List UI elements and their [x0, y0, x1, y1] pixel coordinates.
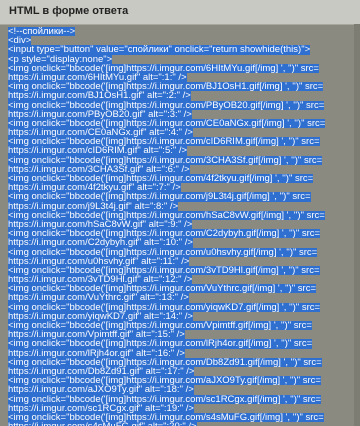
code-line-text: https://i.imgur.com/BJ1OsH1.gif" alt=":2…: [8, 91, 191, 101]
code-line: https://i.imgur.com/Db8Zd91.gif" alt=":1…: [8, 366, 353, 377]
code-line: <!--спойлики-->: [8, 27, 353, 37]
code-line: https://i.imgur.com/sc1RCgx.gif" alt=":1…: [8, 403, 353, 413]
code-line: https://i.imgur.com/VuYthrc.gif" alt=":1…: [8, 293, 353, 303]
code-line-text: https://i.imgur.com/VuYthrc.gif" alt=":1…: [8, 293, 189, 303]
code-line: <img onclick="bbcode('[img]https://i.img…: [8, 339, 353, 349]
code-line-text: <img onclick="bbcode('[img]https://i.img…: [8, 247, 318, 257]
code-line-text: https://i.imgur.com/6HItMYu.gif" alt=":1…: [8, 72, 187, 83]
code-line-text: <img onclick="bbcode('[img]https://i.img…: [8, 412, 324, 423]
code-line: <img onclick="bbcode('[img]https://i.img…: [8, 247, 353, 257]
code-line-text: <img onclick="bbcode('[img]https://i.img…: [8, 284, 316, 294]
code-line: https://i.imgur.com/C2dybyh.gif" alt=":1…: [8, 238, 353, 248]
code-line: https://i.imgur.com/3CHA3Sf.gif" alt=":6…: [8, 164, 353, 174]
code-line-text: https://i.imgur.com/3vTD9Hl.gif" alt=":1…: [8, 275, 193, 285]
code-line-text: <input type="button" value="спойлики" on…: [8, 45, 311, 55]
code-line: <img onclick="bbcode('[img]https://i.img…: [8, 118, 353, 129]
code-line: https://i.imgur.com/s4sMuFG.gif" alt=":2…: [8, 422, 353, 426]
code-line-text: <div>: [8, 36, 32, 46]
code-line-text: <img onclick="bbcode('[img]https://i.img…: [8, 229, 321, 239]
code-line-text: https://i.imgur.com/C2dybyh.gif" alt=":1…: [8, 238, 193, 248]
code-line-text: <img onclick="bbcode('[img]https://i.img…: [8, 155, 323, 165]
code-line-text: https://i.imgur.com/Vpimtff.gif" alt=":1…: [8, 330, 185, 340]
code-line: <img onclick="bbcode('[img]https://i.img…: [8, 229, 353, 239]
code-line: <img onclick="bbcode('[img]https://i.img…: [8, 210, 353, 220]
code-line-text: https://i.imgur.com/cID6RIM.gif" alt=":5…: [8, 146, 188, 156]
code-line: <img onclick="bbcode('[img]https://i.img…: [8, 155, 353, 165]
code-line: <img onclick="bbcode('[img]https://i.img…: [8, 357, 353, 367]
code-line: <div>: [8, 36, 353, 46]
code-line: https://i.imgur.com/4f2tkyu.gif" alt=":7…: [8, 183, 353, 193]
code-line: https://i.imgur.com/j9L3t4j.gif" alt=":8…: [8, 201, 353, 211]
code-line-text: https://i.imgur.com/j9L3t4j.gif" alt=":8…: [8, 201, 179, 211]
code-line-text: <img onclick="bbcode('[img]https://i.img…: [8, 339, 313, 349]
code-line-text: <img onclick="bbcode('[img]https://i.img…: [8, 82, 324, 92]
code-line-text: <!--спойлики-->: [8, 27, 76, 37]
code-line-text: <img onclick="bbcode('[img]https://i.img…: [8, 321, 312, 331]
code-line-text: https://i.imgur.com/hSaC8vW.gif" alt=":9…: [8, 219, 193, 230]
code-line-text: https://i.imgur.com/aJXO9Ty.gif" alt=":1…: [8, 385, 194, 395]
code-line: <input type="button" value="спойлики" on…: [8, 45, 353, 55]
code-line: https://i.imgur.com/lRjh4or.gif" alt=":1…: [8, 348, 353, 358]
code-line-text: https://i.imgur.com/CE0aNGx.gif" alt=":4…: [8, 128, 193, 138]
code-line: https://i.imgur.com/hSaC8vW.gif" alt=":9…: [8, 219, 353, 230]
code-line: <p style="display:none">: [8, 54, 353, 64]
code-line: <img onclick="bbcode('[img]https://i.img…: [8, 265, 353, 276]
code-line-text: https://i.imgur.com/4f2tkyu.gif" alt=":7…: [8, 183, 181, 193]
code-line: https://i.imgur.com/u0hsvhy.gif" alt=":1…: [8, 256, 353, 266]
code-line-text: https://i.imgur.com/sc1RCgx.gif" alt=":1…: [8, 403, 194, 413]
code-line-text: <img onclick="bbcode('[img]https://i.img…: [8, 63, 319, 73]
code-line: <img onclick="bbcode('[img]https://i.img…: [8, 321, 353, 331]
code-line-text: https://i.imgur.com/u0hsvhy.gif" alt=":1…: [8, 256, 190, 266]
code-line: <img onclick="bbcode('[img]https://i.img…: [8, 376, 353, 386]
code-line-text: https://i.imgur.com/3CHA3Sf.gif" alt=":6…: [8, 164, 190, 174]
code-line: <img onclick="bbcode('[img]https://i.img…: [8, 63, 353, 73]
code-line: https://i.imgur.com/BJ1OsH1.gif" alt=":2…: [8, 91, 353, 101]
code-line-text: <img onclick="bbcode('[img]https://i.img…: [8, 376, 321, 386]
code-line: <img onclick="bbcode('[img]https://i.img…: [8, 302, 353, 312]
code-line-text: <img onclick="bbcode('[img]https://i.img…: [8, 137, 320, 147]
code-line: <img onclick="bbcode('[img]https://i.img…: [8, 192, 353, 202]
code-line-text: <img onclick="bbcode('[img]https://i.img…: [8, 192, 311, 202]
code-line-text: <img onclick="bbcode('[img]https://i.img…: [8, 394, 322, 404]
code-line: <img onclick="bbcode('[img]https://i.img…: [8, 394, 353, 404]
code-line-text: <img onclick="bbcode('[img]https://i.img…: [8, 210, 325, 220]
code-line: <img onclick="bbcode('[img]https://i.img…: [8, 174, 353, 184]
code-line-text: <img onclick="bbcode('[img]https://i.img…: [8, 174, 314, 184]
scrollbar[interactable]: [354, 24, 360, 426]
code-line-text: <img onclick="bbcode('[img]https://i.img…: [8, 100, 325, 110]
code-line: https://i.imgur.com/yiqwKD7.gif" alt=":1…: [8, 311, 353, 321]
code-line-text: <img onclick="bbcode('[img]https://i.img…: [8, 118, 326, 129]
code-line: https://i.imgur.com/cID6RIM.gif" alt=":5…: [8, 146, 353, 156]
code-line: https://i.imgur.com/aJXO9Ty.gif" alt=":1…: [8, 385, 353, 395]
code-line: https://i.imgur.com/6HItMYu.gif" alt=":1…: [8, 72, 353, 83]
code-line: <img onclick="bbcode('[img]https://i.img…: [8, 137, 353, 147]
panel-title: HTML в форме ответа: [9, 5, 129, 17]
code-line-text: https://i.imgur.com/Db8Zd91.gif" alt=":1…: [8, 366, 195, 377]
code-line: https://i.imgur.com/Vpimtff.gif" alt=":1…: [8, 330, 353, 340]
code-line: <img onclick="bbcode('[img]https://i.img…: [8, 412, 353, 423]
code-line: <img onclick="bbcode('[img]https://i.img…: [8, 82, 353, 92]
code-line-text: https://i.imgur.com/PByOB20.gif" alt=":3…: [8, 109, 192, 119]
code-line-text: <img onclick="bbcode('[img]https://i.img…: [8, 302, 321, 312]
code-line: https://i.imgur.com/PByOB20.gif" alt=":3…: [8, 109, 353, 119]
html-code-textarea[interactable]: <!--спойлики--> <div> <input type="button"…: [8, 27, 353, 426]
code-line: https://i.imgur.com/3vTD9Hl.gif" alt=":1…: [8, 275, 353, 285]
code-line: <img onclick="bbcode('[img]https://i.img…: [8, 100, 353, 110]
html-reply-panel: HTML в форме ответа <!--спойлики--> <div>…: [0, 0, 360, 426]
code-line-text: <img onclick="bbcode('[img]https://i.img…: [8, 357, 322, 367]
code-line: https://i.imgur.com/CE0aNGx.gif" alt=":4…: [8, 128, 353, 138]
code-line: <img onclick="bbcode('[img]https://i.img…: [8, 284, 353, 294]
code-line-text: https://i.imgur.com/yiqwKD7.gif" alt=":1…: [8, 311, 193, 321]
code-line-text: <p style="display:none">: [8, 54, 113, 64]
code-line-text: https://i.imgur.com/s4sMuFG.gif" alt=":2…: [8, 422, 197, 426]
panel-header: HTML в форме ответа: [0, 0, 360, 25]
code-line-text: https://i.imgur.com/lRjh4or.gif" alt=":1…: [8, 348, 185, 358]
code-line-text: <img onclick="bbcode('[img]https://i.img…: [8, 265, 320, 276]
